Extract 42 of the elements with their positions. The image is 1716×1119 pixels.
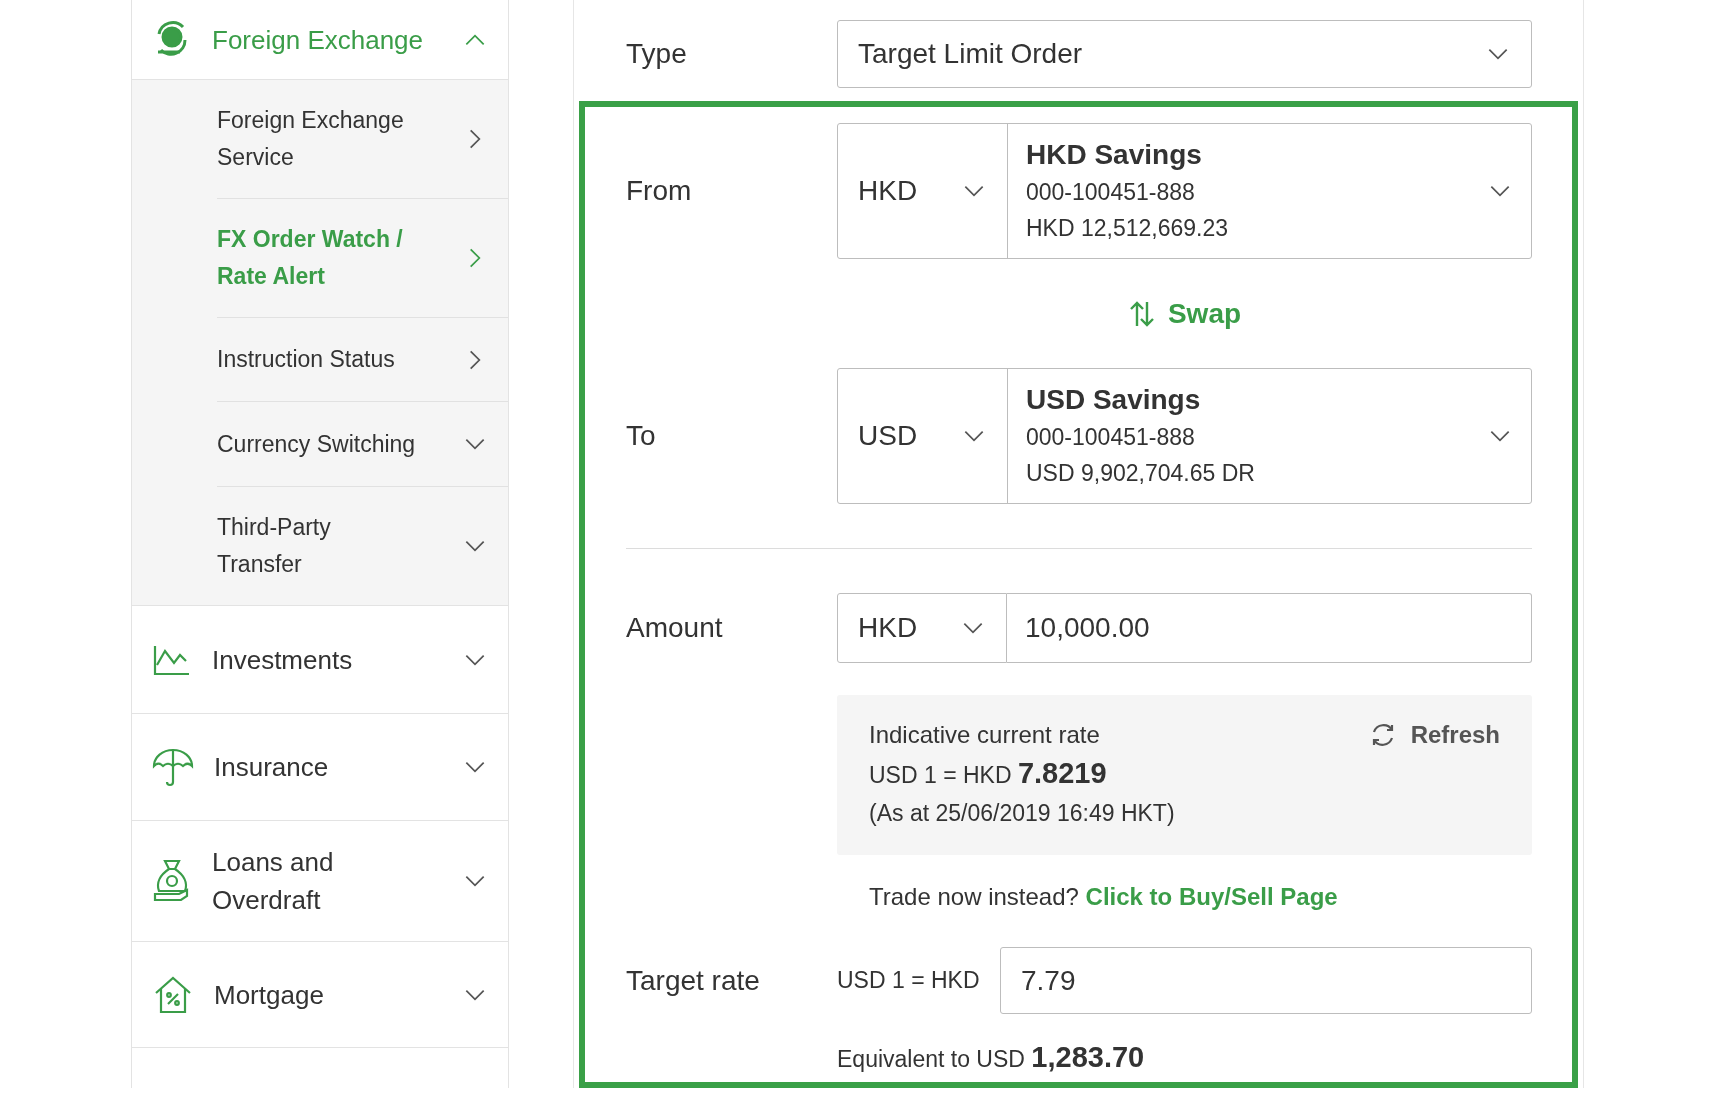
account-number: 000-100451-888 bbox=[1026, 423, 1196, 452]
account-balance: HKD 12,512,669.23 bbox=[1026, 214, 1230, 243]
equivalent-amount: Equivalent to USD 1,283.70 bbox=[837, 1040, 1146, 1075]
submenu-label: FX Order Watch / Rate Alert bbox=[217, 225, 404, 291]
menu-section-label: Mortgage bbox=[214, 978, 325, 1012]
menu-section-label: Foreign Exchange bbox=[212, 23, 425, 57]
currency-dropdown[interactable]: HKD bbox=[838, 124, 1008, 258]
umbrella-icon bbox=[152, 746, 194, 788]
submenu-label: Instruction Status bbox=[217, 345, 396, 374]
menu-section-label: Investments bbox=[212, 643, 354, 677]
menu-section-label: Loans and Overdraft bbox=[212, 846, 335, 917]
rate-title: Indicative current rate bbox=[869, 720, 1101, 750]
field-label: Amount bbox=[626, 611, 724, 645]
account-balance: USD 9,902,704.65 DR bbox=[1026, 459, 1256, 488]
submenu-label: Currency Switching bbox=[217, 429, 417, 459]
field-label: To bbox=[626, 419, 657, 453]
account-name: USD Savings bbox=[1026, 383, 1202, 417]
field-label: From bbox=[626, 174, 693, 208]
rate-timestamp: (As at 25/06/2019 16:49 HKT) bbox=[869, 799, 1176, 828]
submenu-item[interactable]: Third-Party Transfer bbox=[217, 487, 508, 605]
trade-now-text: Trade now instead? Click to Buy/Sell Page bbox=[869, 882, 1339, 912]
submenu-item[interactable]: Currency Switching bbox=[217, 402, 508, 487]
dropdown-value: Target Limit Order bbox=[858, 37, 1084, 71]
submenu-label: Third-Party Transfer bbox=[217, 513, 332, 579]
account-name: HKD Savings bbox=[1026, 138, 1203, 172]
currency-dropdown[interactable]: HKD bbox=[837, 593, 1007, 663]
account-dropdown[interactable]: HKD Savings 000-100451-888 HKD 12,512,669.23 bbox=[1008, 124, 1531, 258]
submenu-item[interactable]: Foreign Exchange Service bbox=[217, 80, 508, 199]
amount-input[interactable]: 10,000.00 bbox=[1007, 593, 1532, 663]
field-label: Type bbox=[626, 37, 688, 71]
account-dropdown[interactable]: USD Savings 000-100451-888 USD 9,902,704.65 DR bbox=[1008, 369, 1531, 503]
account-number: 000-100451-888 bbox=[1026, 178, 1196, 207]
rate-prefix: USD 1 = HKD bbox=[837, 966, 981, 996]
target-rate-input[interactable]: 7.79 bbox=[1000, 947, 1532, 1014]
type-dropdown[interactable]: Target Limit Order bbox=[837, 20, 1532, 88]
current-rate: USD 1 = HKD 7.8219 bbox=[869, 756, 1108, 791]
menu-section-label: Insurance bbox=[214, 751, 330, 784]
currency-dropdown[interactable]: USD bbox=[838, 369, 1008, 503]
submenu-item[interactable]: Instruction Status bbox=[217, 318, 508, 402]
refresh-button[interactable]: Refresh bbox=[1368, 717, 1500, 753]
submenu-label: Foreign Exchange Service bbox=[217, 106, 405, 172]
field-label: Target rate bbox=[626, 963, 761, 998]
